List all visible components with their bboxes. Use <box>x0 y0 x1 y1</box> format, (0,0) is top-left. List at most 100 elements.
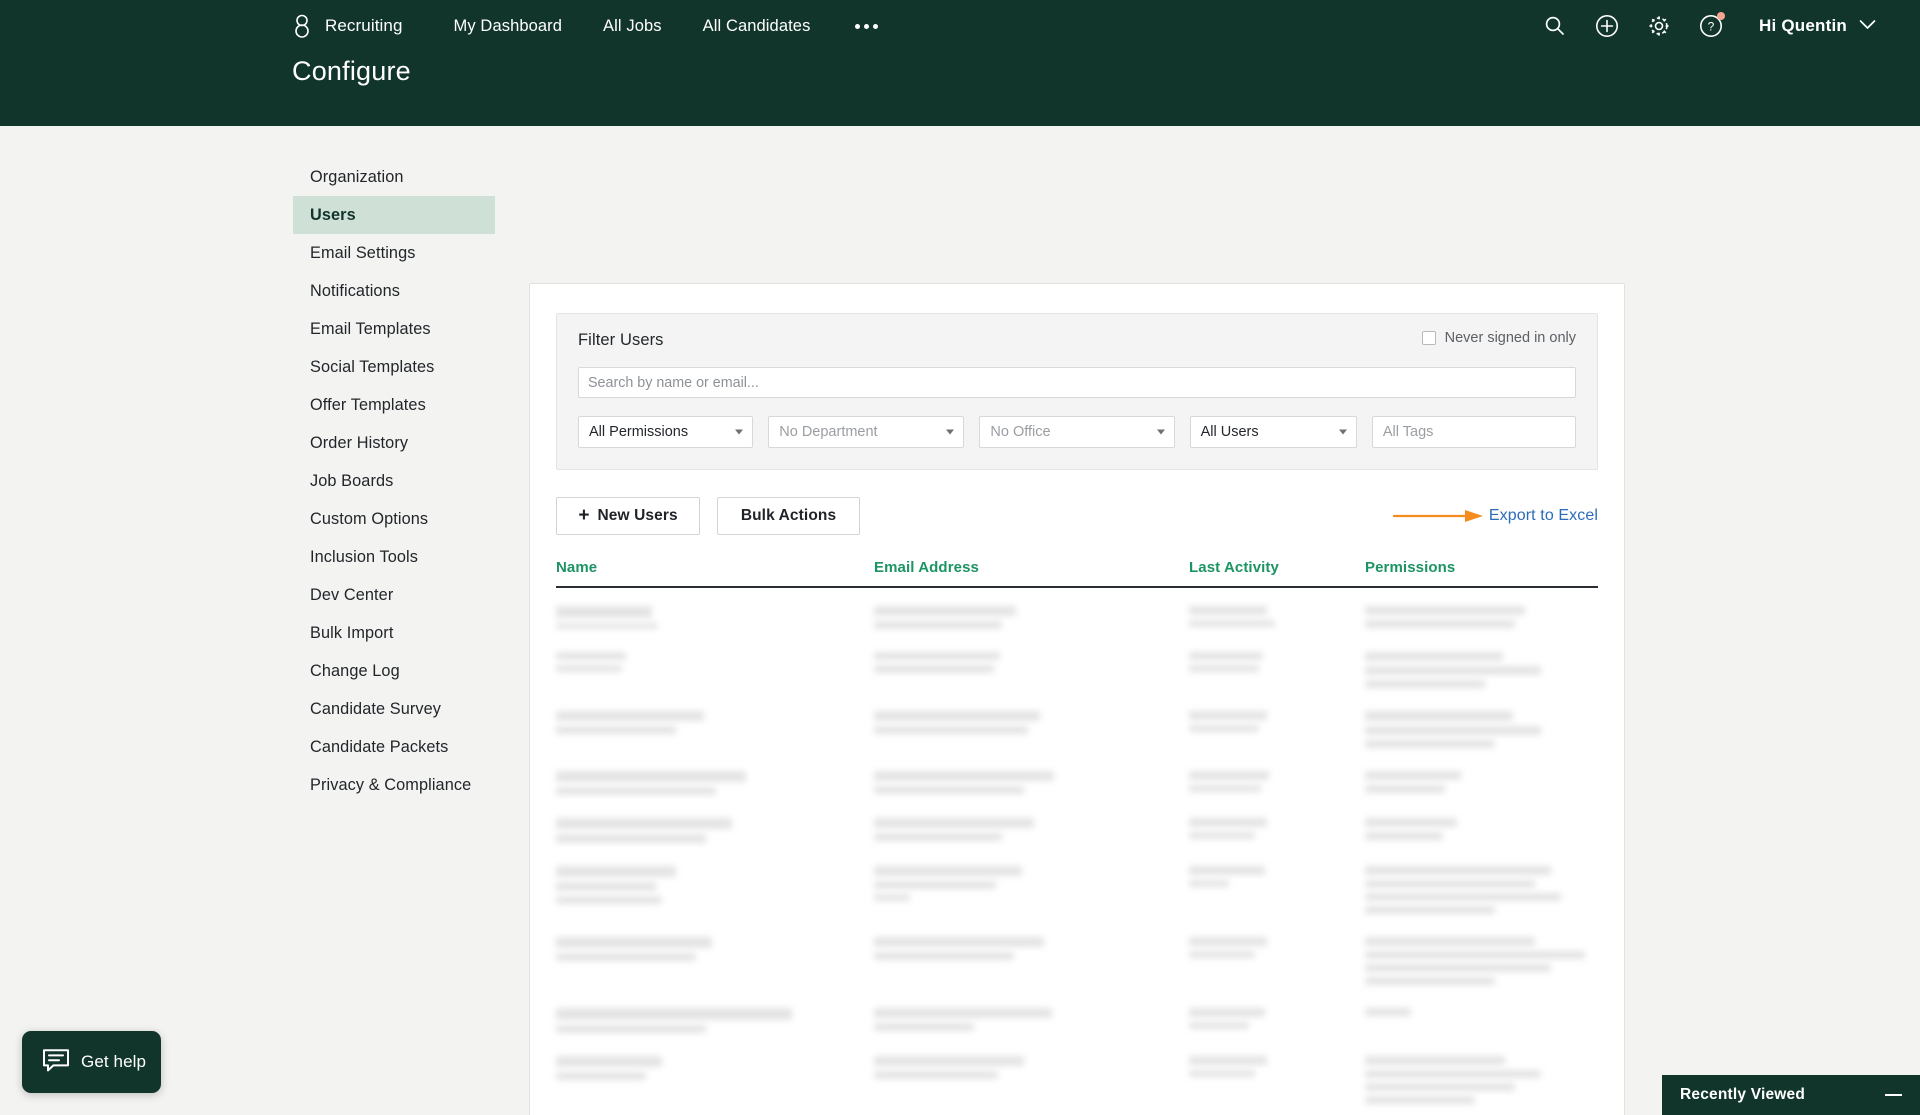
table-row[interactable] <box>556 588 1598 634</box>
table-row[interactable] <box>556 1038 1598 1109</box>
top-navigation-bar: Recruiting My Dashboard All Jobs All Can… <box>0 0 1920 126</box>
permissions-select[interactable]: All Permissions <box>578 416 753 448</box>
sidebar-item-email-settings[interactable]: Email Settings <box>293 234 495 272</box>
redacted-text-bar <box>1365 880 1535 888</box>
redacted-text-bar <box>1189 665 1259 672</box>
plus-circle-icon[interactable] <box>1594 13 1620 39</box>
table-row[interactable] <box>556 919 1598 990</box>
redacted-text-bar <box>874 866 1022 876</box>
table-row[interactable] <box>556 848 1598 919</box>
table-row[interactable] <box>556 634 1598 693</box>
never-signed-in-checkbox[interactable]: Never signed in only <box>1422 330 1576 346</box>
sidebar-item-candidate-survey[interactable]: Candidate Survey <box>293 690 495 728</box>
chevron-down-icon <box>1157 430 1165 435</box>
table-cell <box>874 652 1189 693</box>
gear-icon[interactable] <box>1646 13 1672 39</box>
tags-input-value: All Tags <box>1383 424 1434 440</box>
users-panel: Filter Users Never signed in only All Pe… <box>529 283 1625 1115</box>
column-header-last-activity[interactable]: Last Activity <box>1189 559 1365 576</box>
redacted-text-bar <box>874 818 1034 828</box>
minimize-dash-icon[interactable] <box>1885 1094 1902 1096</box>
svg-text:?: ? <box>1708 20 1715 34</box>
get-help-button[interactable]: Get help <box>22 1031 161 1093</box>
sidebar-item-candidate-packets[interactable]: Candidate Packets <box>293 728 495 766</box>
redacted-text-bar <box>1365 1008 1411 1016</box>
sidebar-item-users[interactable]: Users <box>293 196 495 234</box>
bulk-actions-button[interactable]: Bulk Actions <box>717 497 860 535</box>
nav-all-jobs[interactable]: All Jobs <box>603 17 662 36</box>
sidebar-item-privacy-compliance[interactable]: Privacy & Compliance <box>293 766 495 804</box>
table-cell <box>874 1056 1189 1109</box>
sidebar-item-inclusion-tools[interactable]: Inclusion Tools <box>293 538 495 576</box>
help-circle-icon[interactable]: ? <box>1698 13 1724 39</box>
checkbox-box <box>1422 331 1436 345</box>
more-dots-icon[interactable] <box>855 24 878 29</box>
office-select[interactable]: No Office <box>979 416 1174 448</box>
table-cell <box>1365 652 1598 693</box>
table-cell <box>874 937 1189 990</box>
redacted-text-bar <box>1365 977 1495 985</box>
column-header-permissions[interactable]: Permissions <box>1365 559 1598 576</box>
recently-viewed-panel[interactable]: Recently Viewed <box>1662 1075 1920 1115</box>
redacted-text-bar <box>874 1056 1024 1066</box>
sidebar-item-organization[interactable]: Organization <box>293 158 495 196</box>
greeting-label: Hi Quentin <box>1759 16 1847 36</box>
nav-my-dashboard[interactable]: My Dashboard <box>454 17 563 36</box>
redacted-text-bar <box>1365 1083 1515 1091</box>
users-select[interactable]: All Users <box>1190 416 1357 448</box>
page-title: Configure <box>292 56 411 87</box>
redacted-text-bar <box>1365 666 1541 675</box>
redacted-text-bar <box>1189 771 1269 780</box>
search-input[interactable] <box>578 367 1576 398</box>
export-to-excel-link[interactable]: Export to Excel <box>1489 507 1598 525</box>
search-icon[interactable] <box>1542 13 1568 39</box>
user-menu[interactable]: Hi Quentin <box>1759 16 1876 36</box>
table-cell <box>1189 1056 1365 1109</box>
tags-input[interactable]: All Tags <box>1372 416 1576 448</box>
redacted-text-bar <box>1365 818 1457 827</box>
sidebar-item-job-boards[interactable]: Job Boards <box>293 462 495 500</box>
table-row[interactable] <box>556 800 1598 848</box>
redacted-text-bar <box>1189 1056 1267 1065</box>
table-row[interactable] <box>556 753 1598 800</box>
redacted-text-bar <box>556 1072 646 1080</box>
redacted-text-bar <box>1365 937 1535 946</box>
redacted-text-bar <box>1189 937 1267 946</box>
table-cell <box>1189 652 1365 693</box>
table-cell <box>874 1008 1189 1038</box>
redacted-text-bar <box>1365 620 1515 628</box>
column-header-email[interactable]: Email Address <box>874 559 1189 576</box>
table-cell <box>556 1008 874 1038</box>
sidebar-item-social-templates[interactable]: Social Templates <box>293 348 495 386</box>
redacted-text-bar <box>874 937 1044 947</box>
table-cell <box>1189 866 1365 919</box>
column-header-name[interactable]: Name <box>556 559 874 576</box>
sidebar-item-order-history[interactable]: Order History <box>293 424 495 462</box>
redacted-text-bar <box>556 953 696 961</box>
new-users-button[interactable]: + New Users <box>556 497 700 535</box>
sidebar-item-change-log[interactable]: Change Log <box>293 652 495 690</box>
redacted-text-bar <box>1189 1008 1265 1017</box>
table-row[interactable] <box>556 693 1598 753</box>
redacted-text-bar <box>1365 951 1585 959</box>
sidebar-item-custom-options[interactable]: Custom Options <box>293 500 495 538</box>
department-select[interactable]: No Department <box>768 416 964 448</box>
sidebar-item-notifications[interactable]: Notifications <box>293 272 495 310</box>
table-cell <box>1189 771 1365 800</box>
redacted-text-bar <box>1189 818 1267 827</box>
redacted-text-bar <box>874 1071 998 1079</box>
sidebar-item-dev-center[interactable]: Dev Center <box>293 576 495 614</box>
sidebar-item-bulk-import[interactable]: Bulk Import <box>293 614 495 652</box>
nav-all-candidates[interactable]: All Candidates <box>703 17 811 36</box>
brand[interactable]: Recruiting <box>292 13 403 39</box>
table-row[interactable] <box>556 990 1598 1038</box>
infinity-logo-icon <box>292 13 312 39</box>
redacted-text-bar <box>556 726 676 734</box>
sidebar-item-offer-templates[interactable]: Offer Templates <box>293 386 495 424</box>
redacted-text-bar <box>874 652 1000 660</box>
redacted-text-bar <box>1365 726 1541 735</box>
sidebar-item-email-templates[interactable]: Email Templates <box>293 310 495 348</box>
table-cell <box>556 1056 874 1109</box>
chat-bubble-icon <box>42 1047 70 1078</box>
chevron-down-icon <box>735 430 743 435</box>
